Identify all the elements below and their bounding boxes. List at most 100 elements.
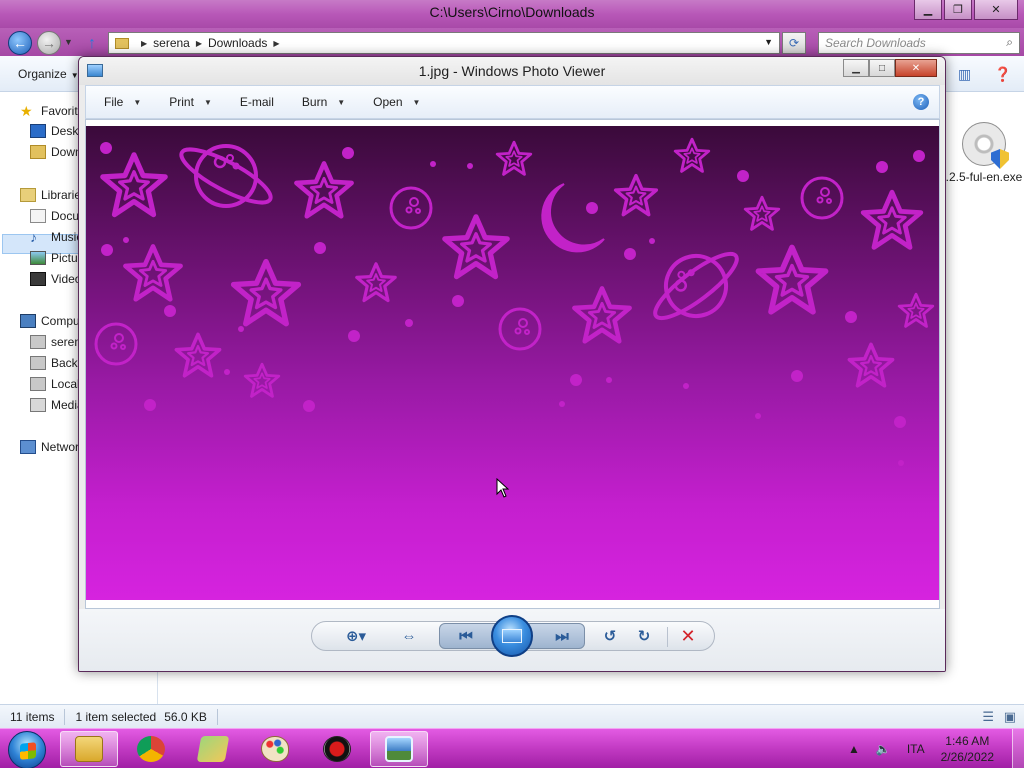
preview-pane-icon[interactable]: ▥ [958,66,971,83]
help-icon[interactable]: ? [913,94,929,110]
menu-file[interactable]: File ▼ [86,95,151,109]
desktop-icon [30,124,46,138]
language-indicator[interactable]: ITA [907,742,925,756]
breadcrumb-serena[interactable]: serena [153,36,190,50]
organize-button[interactable]: Organize ▼ [18,67,79,81]
refresh-icon: ⟳ [788,36,800,50]
show-desktop-button[interactable] [1012,729,1024,768]
breadcrumb-downloads[interactable]: Downloads [208,36,267,50]
viewer-title: 1.jpg - Windows Photo Viewer [418,63,606,79]
nav-item-network[interactable]: Network [20,440,85,454]
rotate-right-icon: ↻ [637,628,651,645]
media-drive-icon [30,398,46,412]
taskbar-chrome[interactable] [122,731,180,767]
viewer-titlebar[interactable]: 1.jpg - Windows Photo Viewer ▁ □ ✕ [79,57,945,85]
search-input[interactable]: Search Downloads ⌕ [818,32,1020,54]
displayed-photo [86,126,939,600]
taskbar-paint[interactable] [246,731,304,767]
viewer-minimize-button[interactable]: ▁ [843,59,869,77]
status-size-text: 56.0 KB [164,709,207,724]
forward-button[interactable]: → [37,31,61,55]
next-button[interactable]: ⏭ [549,625,575,647]
delete-x-icon: ✕ [680,625,696,646]
libraries-icon [20,188,36,202]
close-icon: ✕ [911,62,921,74]
up-arrow-icon[interactable]: ↑ [88,35,96,53]
volume-icon[interactable]: 🔈 [876,742,891,756]
rotate-left-icon: ↺ [603,628,617,645]
search-placeholder: Search Downloads [825,36,926,50]
minimize-icon: ▁ [923,4,933,16]
taskbar-photo-viewer[interactable] [370,731,428,767]
computer-icon [20,314,36,328]
refresh-button[interactable]: ⟳ [782,32,806,54]
file-item-installer[interactable]: .2.5-ful-en.exe [944,122,1024,185]
taskbar-explorer[interactable] [60,731,118,767]
chevron-right-icon[interactable]: ▶ [273,39,279,48]
address-history-dropdown[interactable]: ▼ [764,37,773,47]
menu-burn[interactable]: Burn ▼ [284,95,355,109]
file-name: .2.5-ful-en.exe [945,170,1023,184]
nav-item-music[interactable]: ♪ Music [30,230,82,244]
folder-icon [75,736,103,762]
slideshow-icon [502,629,522,643]
status-item-count: 11 items [0,708,66,725]
explorer-titlebar[interactable]: C:\Users\Cirno\Downloads ▁ ❐ ✕ [0,0,1024,28]
nav-item-media[interactable]: Media [30,398,84,412]
explorer-minimize-button[interactable]: ▁ [914,0,942,20]
start-button[interactable] [8,731,46,768]
menu-open[interactable]: Open ▼ [355,95,430,109]
system-tray: ▲ 🔈 ITA 1:46 AM 2/26/2022 [848,729,1024,768]
explorer-close-button[interactable]: ✕ [974,0,1018,20]
rotate-clockwise-button[interactable]: ↻ [633,625,655,647]
status-selection: 1 item selected 56.0 KB [65,708,218,725]
status-item-count-text: 11 items [10,709,55,724]
clock[interactable]: 1:46 AM 2/26/2022 [941,733,994,765]
back-arrow-icon: ← [13,35,27,51]
downloads-folder-icon [30,145,46,159]
nav-item-libraries[interactable]: Libraries [20,188,87,202]
viewer-maximize-button[interactable]: □ [869,59,895,77]
chrome-icon [137,736,165,762]
recent-pages-dropdown[interactable]: ▼ [64,37,73,47]
help-glyph: ? [917,96,925,108]
controls-divider [667,627,668,647]
taskbar-recorder[interactable] [308,731,366,767]
chevron-right-icon[interactable]: ▶ [196,39,202,48]
back-button[interactable]: ← [8,31,32,55]
large-icons-view-icon[interactable]: ▣ [1004,709,1016,725]
menu-print[interactable]: Print ▼ [151,95,222,109]
mouse-pointer-icon [496,478,510,498]
photo-viewer-icon [385,736,413,762]
menu-email[interactable]: E-mail [222,95,284,109]
drive-icon [30,356,46,370]
delete-button[interactable]: ✕ [677,625,699,647]
taskbar-libraries[interactable] [184,731,242,767]
windows-logo-icon [20,742,36,760]
menu-burn-label: Burn [301,95,328,109]
music-note-icon: ♪ [30,229,37,245]
photo-viewer-window: 1.jpg - Windows Photo Viewer ▁ □ ✕ File ▼… [78,56,946,672]
rotate-counterclockwise-button[interactable]: ↺ [599,625,621,647]
image-display-area [85,119,940,609]
chevron-right-icon[interactable]: ▶ [141,39,147,48]
tray-overflow-icon[interactable]: ▲ [848,742,860,756]
libraries-icon [196,736,230,762]
previous-button[interactable]: ⏮ [453,625,479,647]
viewer-close-button[interactable]: ✕ [895,59,937,77]
pictures-icon [30,251,46,265]
explorer-window-controls: ▁ ❐ ✕ [914,0,1018,20]
drive-icon [30,377,46,391]
menu-email-label: E-mail [239,95,274,109]
network-icon [20,440,36,454]
search-icon[interactable]: ⌕ [1006,35,1013,50]
explorer-maximize-button[interactable]: ❐ [944,0,972,20]
actual-size-button[interactable]: ⇔ [397,625,421,647]
zoom-button[interactable]: ⊕▾ [339,625,373,647]
chevron-down-icon: ▼ [133,97,142,107]
address-bar[interactable]: ▶ serena ▶ Downloads ▶ ▼ [108,32,780,54]
slideshow-button[interactable] [491,615,533,657]
maximize-icon: □ [878,62,886,74]
details-view-icon[interactable]: ☰ [982,709,994,725]
help-icon[interactable]: ❓ [994,66,1011,83]
